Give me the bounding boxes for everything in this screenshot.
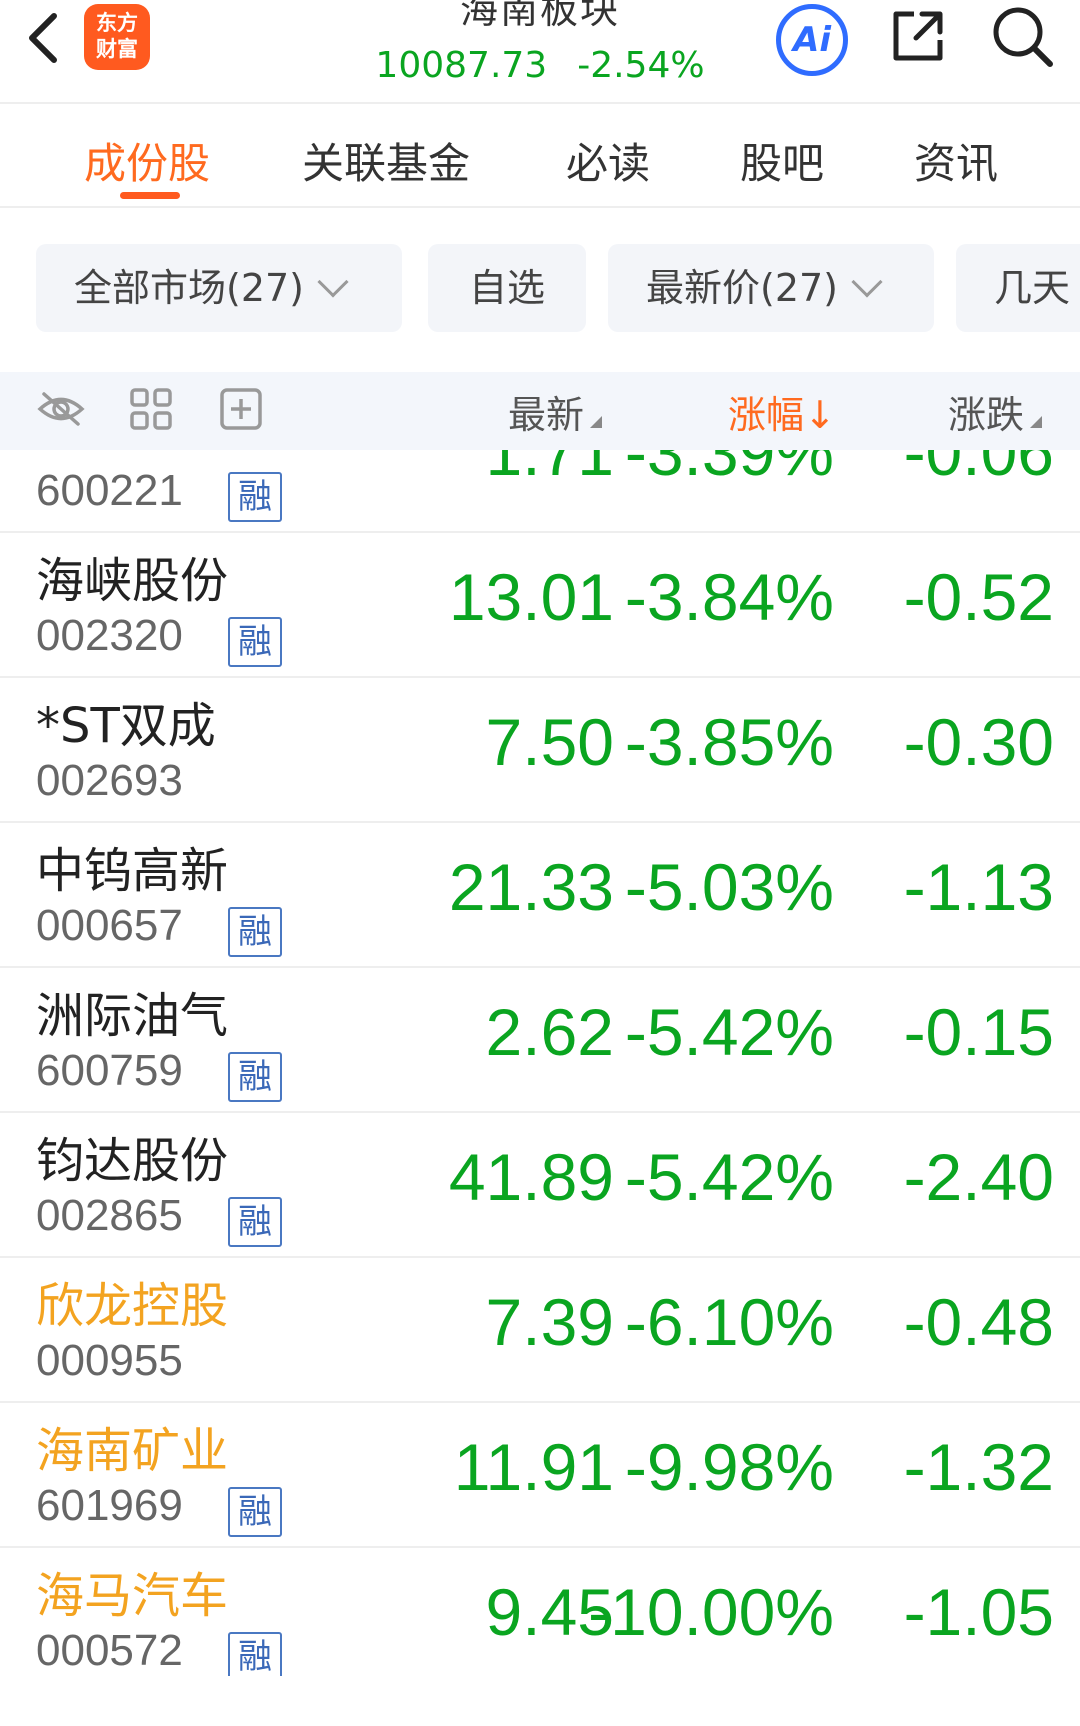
- latest-price: 41.89: [448, 1140, 614, 1214]
- stock-code: 002693: [36, 756, 183, 805]
- index-change: -2.54%: [577, 45, 705, 86]
- bottom-spacer: [0, 1676, 1080, 1726]
- stock-name: *ST双成: [36, 698, 216, 754]
- margin-badge: 融: [228, 1052, 282, 1102]
- stock-row[interactable]: 600221 融 1.71 -3.39% -0.06: [0, 450, 1080, 533]
- sort-icon: [590, 416, 603, 428]
- stock-name: 海马汽车: [36, 1568, 229, 1624]
- stock-code: 002320: [36, 611, 183, 660]
- stock-name: 海峡股份: [36, 553, 229, 609]
- change-pct: -5.42%: [624, 1140, 834, 1214]
- change-amount: -0.52: [903, 560, 1054, 634]
- stock-row[interactable]: 洲际油气 600759 融 2.62 -5.42% -0.15: [0, 968, 1080, 1113]
- column-header: 最新 涨幅↓ 涨跌: [0, 372, 1080, 450]
- days-filter[interactable]: 几天: [956, 244, 1080, 332]
- change-amount: -1.05: [903, 1575, 1054, 1649]
- stock-code: 601969: [36, 1481, 183, 1530]
- change-pct: -6.10%: [624, 1285, 834, 1359]
- stock-row[interactable]: 海马汽车 000572 融 9.45 -10.00% -1.05: [0, 1548, 1080, 1676]
- grid-icon[interactable]: [126, 384, 176, 434]
- tab-bar: 成份股 关联基金 必读 股吧 资讯: [0, 104, 1080, 208]
- margin-badge: 融: [228, 1632, 282, 1676]
- col-change[interactable]: 涨跌: [948, 384, 1043, 439]
- change-amount: -1.32: [903, 1430, 1054, 1504]
- latest-price: 7.50: [485, 705, 614, 779]
- latest-price: 13.01: [448, 560, 614, 634]
- change-amount: -0.15: [903, 995, 1054, 1069]
- tab-related-funds[interactable]: 关联基金: [302, 130, 470, 191]
- latest-price: 7.39: [485, 1285, 614, 1359]
- stock-row[interactable]: 中钨高新 000657 融 21.33 -5.03% -1.13: [0, 823, 1080, 968]
- change-pct: -3.85%: [624, 705, 834, 779]
- share-icon[interactable]: [888, 6, 948, 66]
- add-box-icon[interactable]: [216, 384, 266, 434]
- stock-code: 000955: [36, 1336, 183, 1385]
- margin-badge: 融: [228, 907, 282, 957]
- change-pct: -5.42%: [624, 995, 834, 1069]
- change-pct: -5.03%: [624, 850, 834, 924]
- stock-list: 600221 融 1.71 -3.39% -0.06 海峡股份 002320 融…: [0, 450, 1080, 1676]
- eye-hidden-icon[interactable]: [36, 384, 86, 434]
- margin-badge: 融: [228, 472, 282, 522]
- change-amount: -0.06: [903, 450, 1054, 489]
- chevron-down-icon: [851, 266, 883, 298]
- stock-name: 钧达股份: [36, 1133, 229, 1189]
- stock-code: 000572: [36, 1626, 183, 1675]
- stock-row[interactable]: 钧达股份 002865 融 41.89 -5.42% -2.40: [0, 1113, 1080, 1258]
- sort-icon: [1030, 416, 1043, 428]
- margin-badge: 融: [228, 1197, 282, 1247]
- stock-code: 600759: [36, 1046, 183, 1095]
- tab-forum[interactable]: 股吧: [740, 130, 824, 191]
- ai-button[interactable]: Ai: [776, 4, 848, 76]
- stock-code: 002865: [36, 1191, 183, 1240]
- margin-badge: 融: [228, 617, 282, 667]
- latest-price: 11.91: [453, 1430, 614, 1504]
- stock-name: 洲际油气: [36, 988, 229, 1044]
- tab-news[interactable]: 资讯: [914, 130, 998, 191]
- stock-code: 600221: [36, 466, 183, 515]
- top-bar: 东方 财富 海南板块 10087.73 -2.54% Ai: [0, 0, 1080, 104]
- change-amount: -0.30: [903, 705, 1054, 779]
- margin-badge: 融: [228, 1487, 282, 1537]
- latest-price: 21.33: [448, 850, 614, 924]
- title-block: 海南板块 10087.73 -2.54%: [340, 0, 740, 88]
- watchlist-filter[interactable]: 自选: [428, 244, 586, 332]
- tab-must-read[interactable]: 必读: [566, 130, 650, 191]
- stock-name: 海南矿业: [36, 1423, 229, 1479]
- stock-row[interactable]: 欣龙控股 000955 7.39 -6.10% -0.48: [0, 1258, 1080, 1403]
- change-amount: -0.48: [903, 1285, 1054, 1359]
- stock-row[interactable]: 海南矿业 601969 融 11.91 -9.98% -1.32: [0, 1403, 1080, 1548]
- change-pct: -9.98%: [624, 1430, 834, 1504]
- index-quote: 10087.73 -2.54%: [340, 44, 740, 88]
- change-pct: -3.84%: [624, 560, 834, 634]
- active-tab-indicator: [120, 192, 180, 199]
- latest-price: 2.62: [485, 995, 614, 1069]
- search-icon[interactable]: [990, 4, 1054, 68]
- tab-constituents[interactable]: 成份股: [84, 130, 210, 191]
- chevron-left-icon[interactable]: [22, 8, 66, 68]
- page-title: 海南板块: [459, 0, 620, 32]
- change-pct: -3.39%: [624, 450, 834, 489]
- latest-price: 1.71: [485, 450, 614, 489]
- col-latest[interactable]: 最新: [508, 384, 603, 439]
- chevron-down-icon: [317, 266, 349, 298]
- stock-row[interactable]: 海峡股份 002320 融 13.01 -3.84% -0.52: [0, 533, 1080, 678]
- change-amount: -1.13: [903, 850, 1054, 924]
- stock-code: 000657: [36, 901, 183, 950]
- app-logo: 东方 财富: [84, 4, 150, 70]
- stock-name: 欣龙控股: [36, 1278, 229, 1334]
- col-change-pct[interactable]: 涨幅↓: [728, 384, 836, 439]
- stock-name: 中钨高新: [36, 843, 229, 899]
- latest-price-filter[interactable]: 最新价(27): [608, 244, 934, 332]
- market-filter[interactable]: 全部市场(27): [36, 244, 402, 332]
- index-value: 10087.73: [375, 45, 548, 86]
- change-amount: -2.40: [903, 1140, 1054, 1214]
- change-pct: -10.00%: [588, 1575, 834, 1649]
- stock-row[interactable]: *ST双成 002693 7.50 -3.85% -0.30: [0, 678, 1080, 823]
